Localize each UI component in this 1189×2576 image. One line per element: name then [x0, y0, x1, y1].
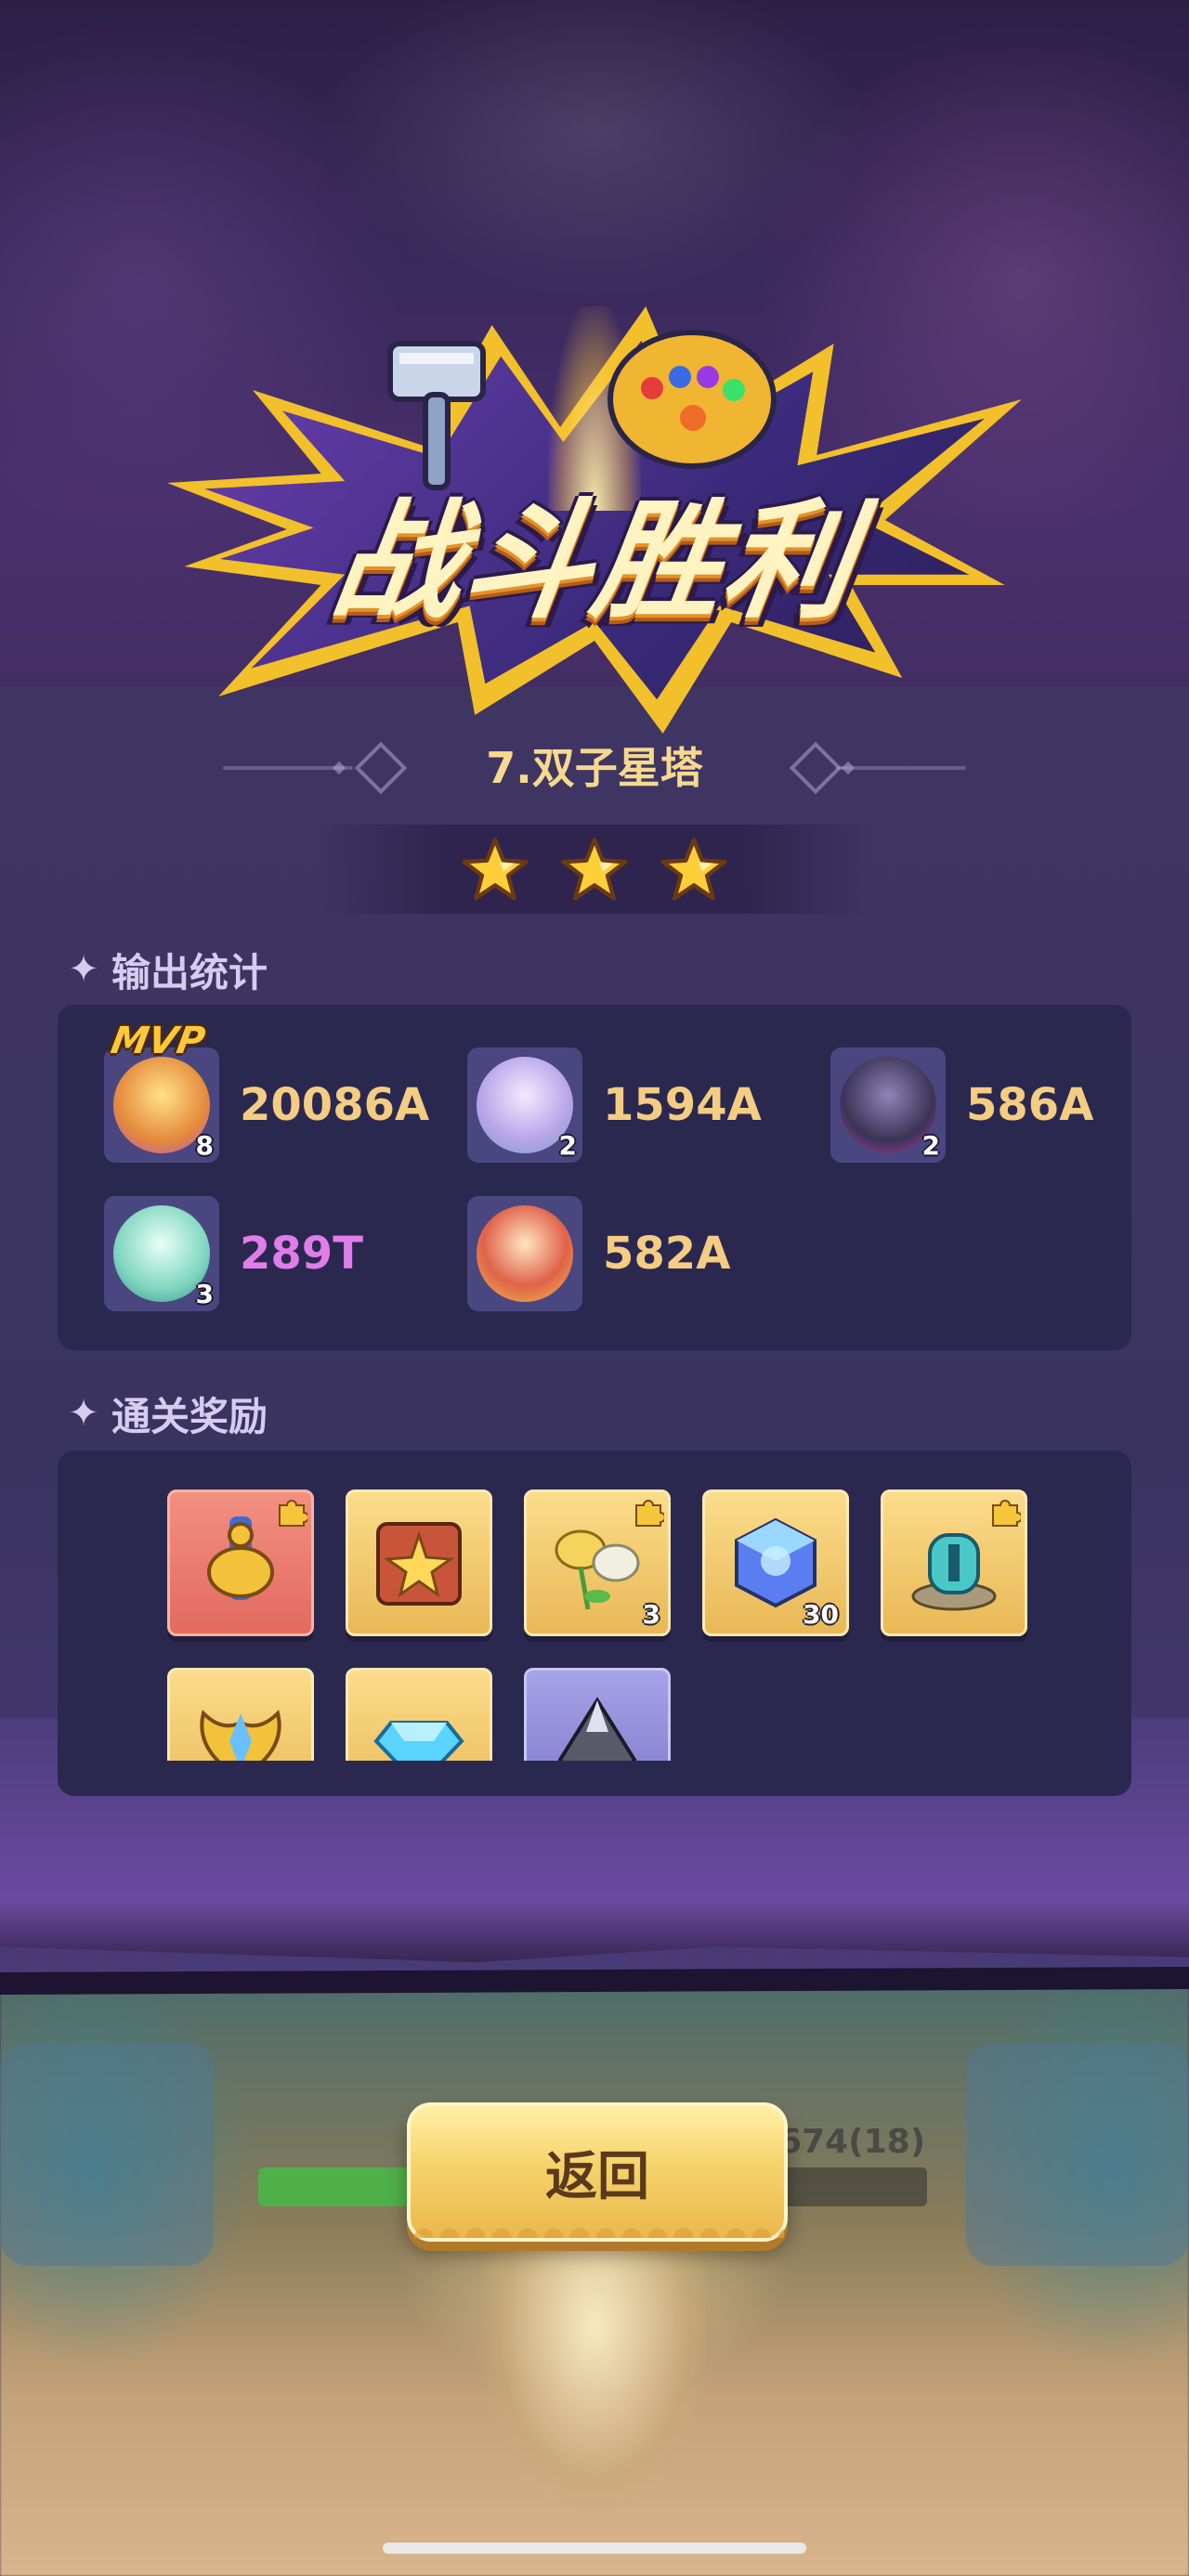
- scene-hero-character: [483, 2229, 706, 2507]
- hammer-icon: [387, 341, 486, 490]
- hero-damage: 20086A: [240, 1079, 430, 1131]
- button-scallop-decor: [411, 2212, 784, 2238]
- hero-stat-mvp[interactable]: MVP 8 20086A: [104, 1020, 457, 1168]
- reward-item[interactable]: [346, 1490, 492, 1636]
- gauntlet-icon: [608, 330, 777, 469]
- rewards-scroll-area[interactable]: 3 30: [58, 1486, 1131, 1761]
- sparkle-icon: ✦: [68, 948, 99, 991]
- star-icon: [461, 836, 529, 904]
- hero-damage: 586A: [966, 1079, 1094, 1131]
- back-button-label: 返回: [545, 2146, 649, 2207]
- hero-damage: 582A: [603, 1228, 731, 1280]
- hero-level: 2: [921, 1130, 940, 1161]
- hero-stat[interactable]: 582A: [467, 1196, 820, 1317]
- scene-left-character: [0, 2043, 214, 2266]
- home-indicator[interactable]: [383, 2543, 806, 2554]
- hero-avatar-icon: [477, 1205, 573, 1302]
- reward-item[interactable]: [881, 1490, 1027, 1636]
- hero-stat[interactable]: 2 1594A: [467, 1047, 820, 1168]
- damage-stats-panel: MVP 8 20086A 2 1594A 2 586A 3 289T 582A: [58, 1005, 1131, 1350]
- hero-portrait[interactable]: 3: [104, 1196, 219, 1311]
- hero-level: 8: [195, 1130, 214, 1161]
- mvp-badge: MVP: [107, 1020, 209, 1062]
- reward-item[interactable]: [346, 1668, 492, 1761]
- dark-crystal-icon: [557, 1697, 637, 1761]
- reward-count: 3: [642, 1599, 660, 1630]
- sparkle-icon: ✦: [68, 1392, 99, 1435]
- star-rating: [316, 825, 873, 914]
- winged-badge-icon: [200, 1710, 281, 1761]
- victory-title: 战斗胜利: [323, 487, 866, 636]
- rewards-section-header: ✦ 通关奖励: [65, 1386, 268, 1441]
- hero-level: 2: [558, 1130, 577, 1161]
- reward-item[interactable]: [167, 1668, 314, 1761]
- diamond-gem-icon: [373, 1721, 464, 1761]
- hero-portrait[interactable]: 2: [467, 1047, 582, 1163]
- level-title-row: 7.双子星塔: [0, 735, 1189, 800]
- reward-item[interactable]: [167, 1490, 314, 1636]
- puzzle-piece-icon: [279, 1500, 307, 1527]
- scene-hp-text: 674(18): [778, 2123, 926, 2161]
- star-book-icon: [376, 1522, 462, 1606]
- hero-portrait[interactable]: 2: [830, 1047, 946, 1163]
- reward-item[interactable]: [524, 1668, 671, 1761]
- rewards-section-title: 通关奖励: [111, 1393, 268, 1439]
- hero-damage: 1594A: [603, 1079, 762, 1131]
- puzzle-piece-icon: [992, 1500, 1021, 1527]
- hero-damage: 289T: [240, 1228, 363, 1280]
- back-button[interactable]: 返回: [407, 2102, 788, 2242]
- hero-level: 3: [195, 1279, 214, 1309]
- puzzle-piece-icon: [635, 1500, 664, 1527]
- star-icon: [560, 836, 629, 904]
- damage-section-header: ✦ 输出统计: [65, 942, 268, 997]
- scene-right-character: [966, 2043, 1189, 2266]
- hero-stat[interactable]: 3 289T: [104, 1196, 457, 1317]
- hero-stat[interactable]: 2 586A: [830, 1047, 1183, 1168]
- hero-portrait[interactable]: 8: [104, 1047, 219, 1163]
- decor-line-right: [836, 766, 966, 770]
- reward-count: 30: [803, 1599, 839, 1630]
- star-icon: [660, 836, 728, 904]
- reward-item[interactable]: 30: [702, 1490, 849, 1636]
- hero-portrait[interactable]: [467, 1196, 582, 1311]
- victory-banner: 战斗胜利: [167, 288, 1022, 752]
- reward-item[interactable]: 3: [524, 1490, 671, 1636]
- damage-section-title: 输出统计: [111, 949, 268, 995]
